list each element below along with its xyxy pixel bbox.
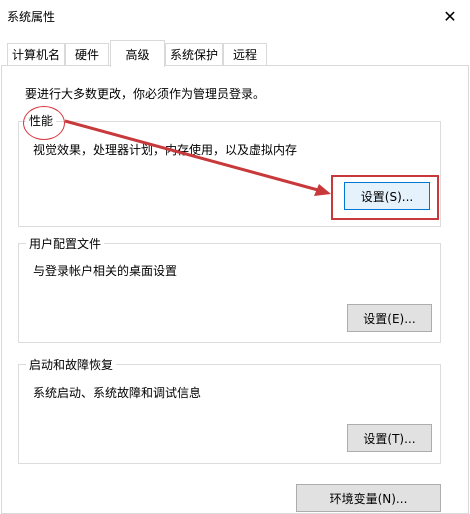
tab-advanced[interactable]: 高级 bbox=[110, 40, 165, 67]
annotation-arrow-icon bbox=[64, 119, 331, 196]
